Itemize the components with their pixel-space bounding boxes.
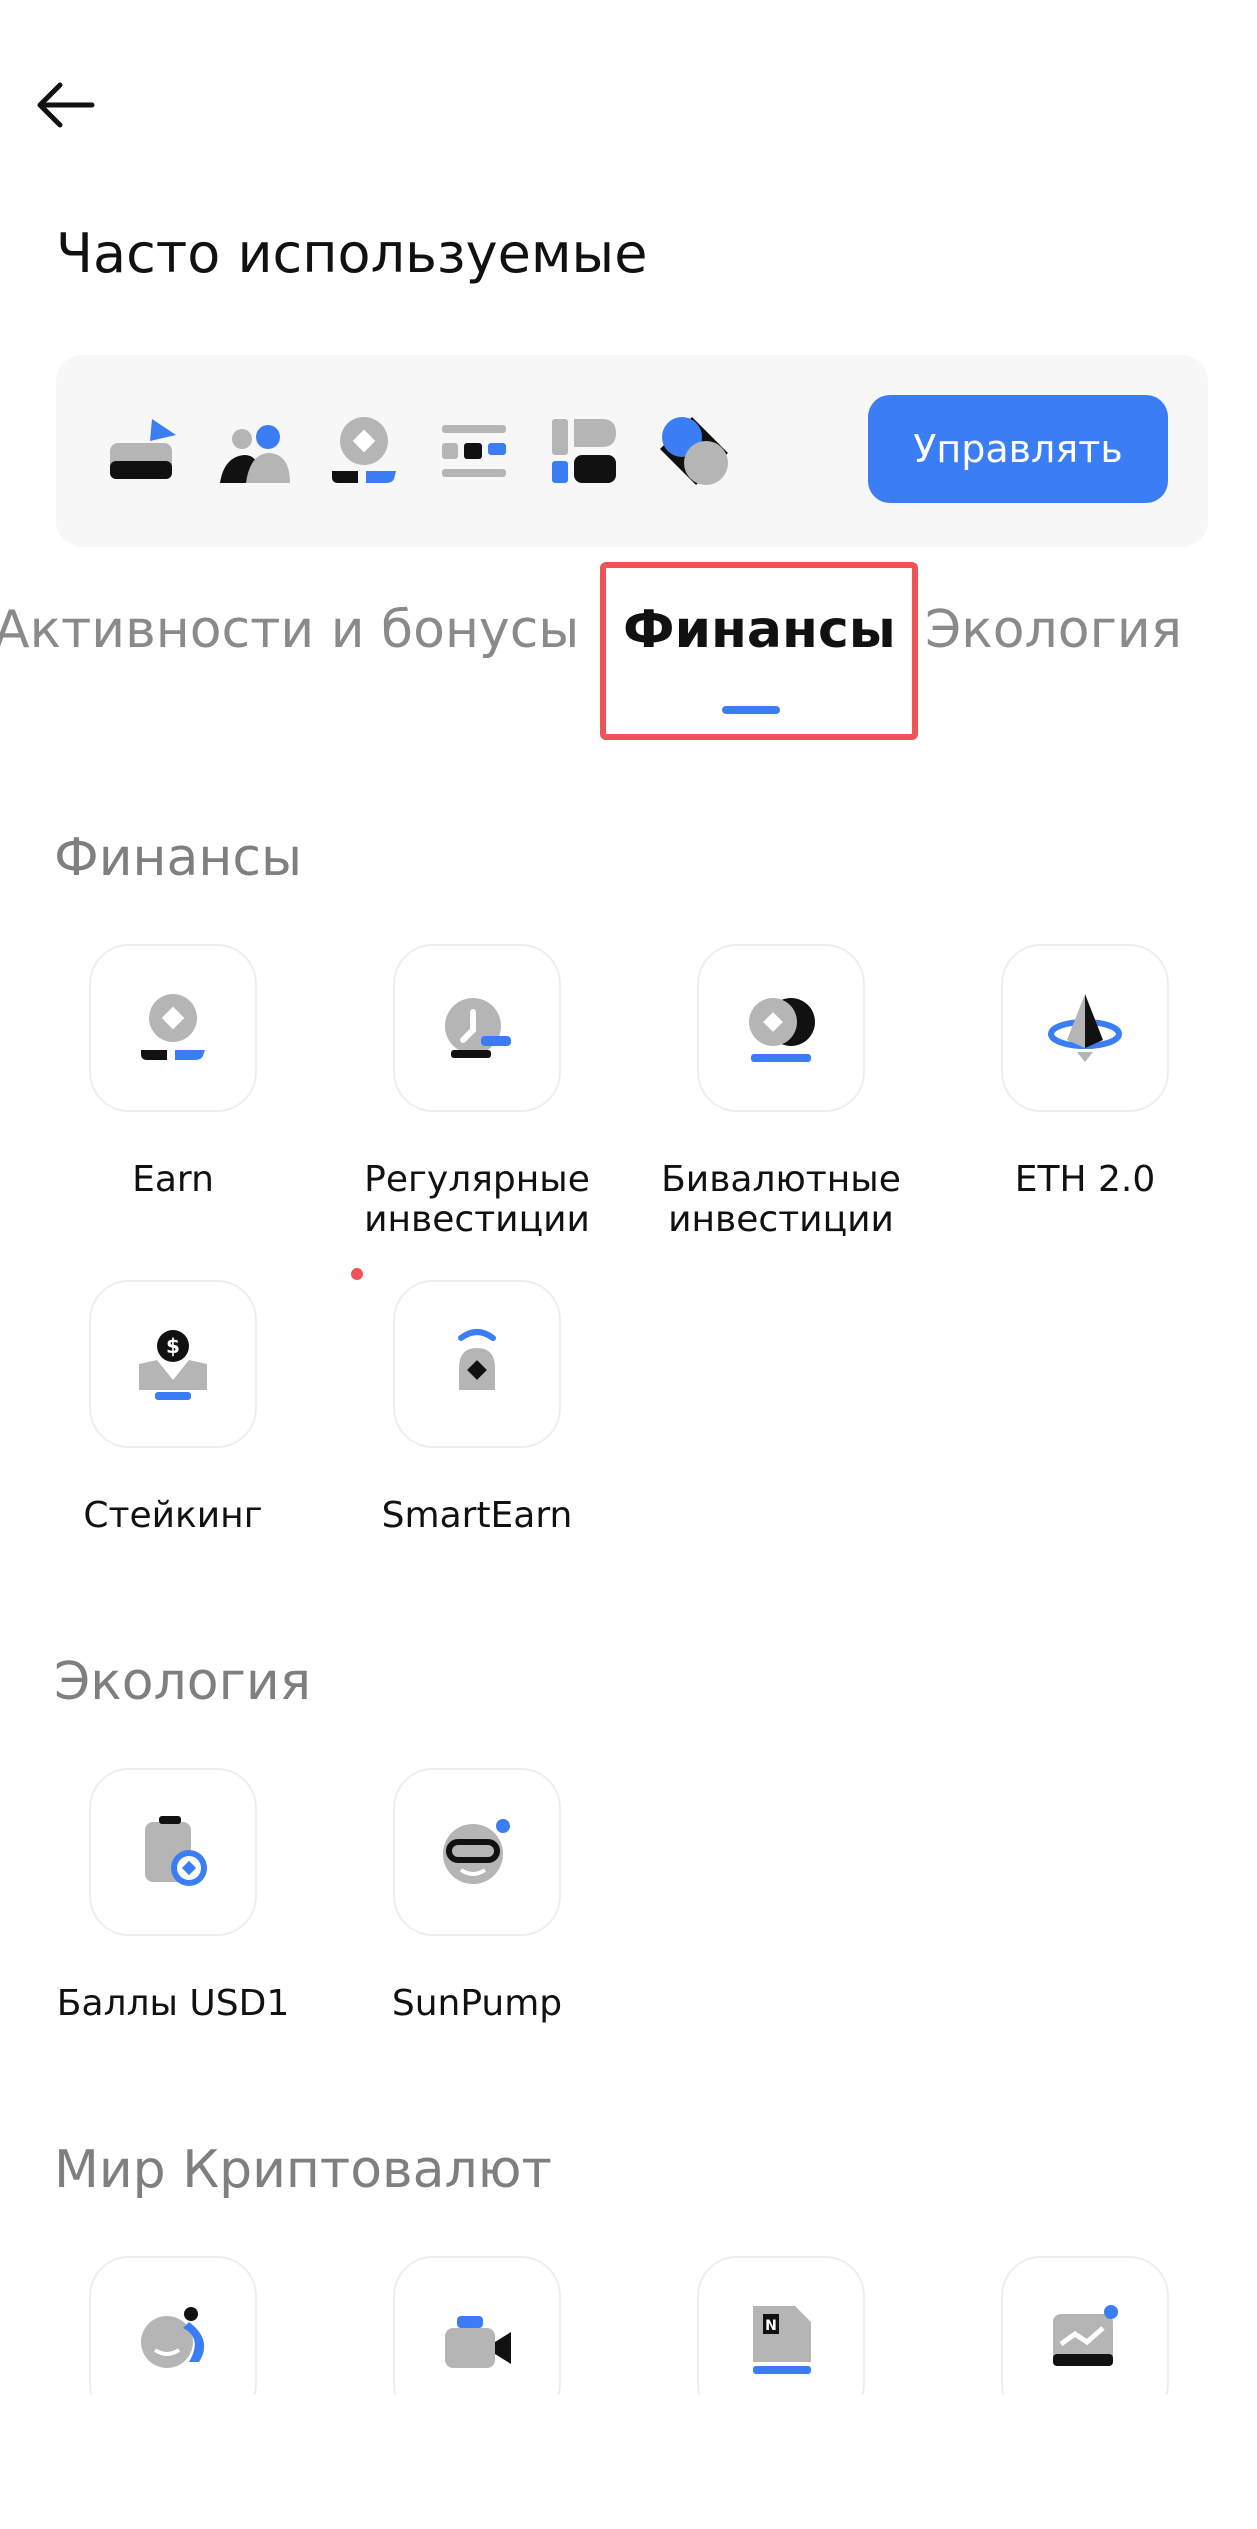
sunpump-label: SunPump xyxy=(391,1983,563,2024)
tab-finance[interactable]: Финансы xyxy=(623,600,896,660)
dual-invest-icon xyxy=(749,998,815,1062)
highlight-box-smartearn xyxy=(351,1268,363,1280)
category-tabs: Активности и бонусы Финансы Экология xyxy=(0,580,1257,730)
wallet-send-icon[interactable] xyxy=(106,413,182,489)
tab-activities-bonuses[interactable]: Активности и бонусы xyxy=(0,600,579,660)
eth-icon xyxy=(1048,994,1122,1062)
referral-users-icon[interactable] xyxy=(216,413,292,489)
earn-tile[interactable] xyxy=(89,944,257,1112)
usd1-points-icon xyxy=(145,1816,207,1886)
bottom-fade xyxy=(0,2395,1257,2529)
live-video-icon xyxy=(445,2316,511,2368)
sunpump-icon xyxy=(443,1819,510,1884)
market-insights-icon xyxy=(1053,2305,1118,2366)
chat-icon xyxy=(141,2307,205,2368)
svg-text:N: N xyxy=(765,2318,777,2334)
svg-text:$: $ xyxy=(166,1334,180,1358)
staking-tile[interactable]: $ xyxy=(89,1280,257,1448)
staking-label: Стейкинг xyxy=(83,1495,263,1536)
recurring-invest-label: Регулярные инвестиции xyxy=(364,1159,590,1240)
apps-icon[interactable] xyxy=(656,413,732,489)
usd1-points-label: Баллы USD1 xyxy=(56,1983,290,2024)
eth2-tile[interactable] xyxy=(1001,944,1169,1112)
earn-icon xyxy=(141,994,205,1060)
smartearn-icon xyxy=(458,1329,496,1390)
tab-ecology[interactable]: Экология xyxy=(925,600,1182,660)
active-tab-indicator xyxy=(722,706,780,714)
smartearn-tile[interactable] xyxy=(393,1280,561,1448)
grid-bot-icon[interactable] xyxy=(546,413,622,489)
dual-invest-tile[interactable] xyxy=(697,944,865,1112)
copy-trading-icon[interactable] xyxy=(436,413,512,489)
arrow-left-icon xyxy=(37,82,95,128)
frequent-shortcuts-bar: Управлять xyxy=(56,355,1208,547)
recurring-invest-tile[interactable] xyxy=(393,944,561,1112)
page-title: Часто используемые xyxy=(56,222,648,285)
earn-label: Earn xyxy=(132,1159,214,1200)
section-title-crypto-world: Мир Криптовалют xyxy=(54,2140,552,2200)
dual-invest-label: Бивалютные инвестиции xyxy=(661,1159,901,1240)
section-title-ecology: Экология xyxy=(54,1652,311,1712)
section-title-finance: Финансы xyxy=(54,828,303,888)
staking-icon: $ xyxy=(139,1330,207,1400)
earn-coin-icon[interactable] xyxy=(326,413,402,489)
back-button[interactable] xyxy=(30,65,130,145)
news-icon: N xyxy=(753,2306,811,2374)
recurring-invest-icon xyxy=(445,998,511,1058)
manage-button[interactable]: Управлять xyxy=(868,395,1168,503)
usd1-points-tile[interactable] xyxy=(89,1768,257,1936)
eth2-label: ETH 2.0 xyxy=(1014,1159,1156,1200)
sunpump-tile[interactable] xyxy=(393,1768,561,1936)
smartearn-label: SmartEarn xyxy=(381,1495,573,1536)
